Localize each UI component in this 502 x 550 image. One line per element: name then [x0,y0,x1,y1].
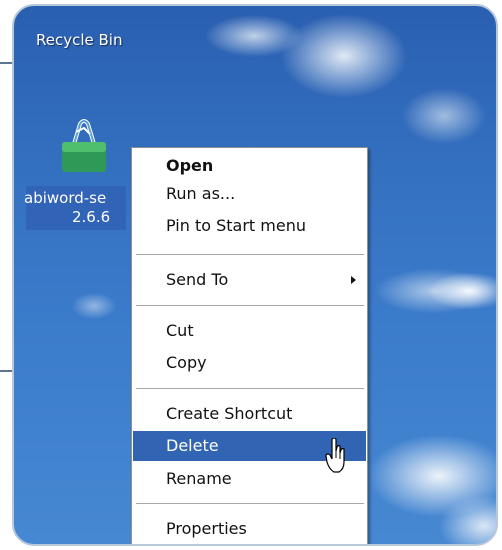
send-to-label: Send To [166,270,229,289]
callout-line-top [0,62,12,64]
menu-separator [136,305,364,306]
callout-line-bottom [0,370,12,372]
selected-icon-label[interactable]: abiword-se 2.6.6 [24,186,126,230]
menu-separator [136,254,364,255]
desktop[interactable]: Recycle Bin abiword-se 2.6.6 Open Run as… [12,4,498,546]
menu-item-open[interactable]: Open [133,151,366,181]
submenu-arrow-icon [351,276,356,284]
menu-separator [136,503,364,504]
screenshot-page: Recycle Bin abiword-se 2.6.6 Open Run as… [0,0,502,550]
menu-item-send-to[interactable]: Send To [133,265,366,295]
context-menu: Open Run as... Pin to Start menu Send To… [131,147,368,544]
menu-item-run-as[interactable]: Run as... [133,179,366,209]
menu-item-create-shortcut[interactable]: Create Shortcut [133,399,366,429]
menu-item-properties[interactable]: Properties [133,514,366,544]
menu-item-cut[interactable]: Cut [133,316,366,346]
mouse-pointer-icon [325,437,347,474]
icon-label-line1: abiword-se [24,189,107,207]
recycle-bin-label[interactable]: Recycle Bin [36,31,122,49]
menu-item-copy[interactable]: Copy [133,348,366,378]
abiword-installer-icon[interactable] [56,116,112,176]
menu-separator [136,388,364,389]
menu-item-pin-to-start[interactable]: Pin to Start menu [133,211,366,241]
